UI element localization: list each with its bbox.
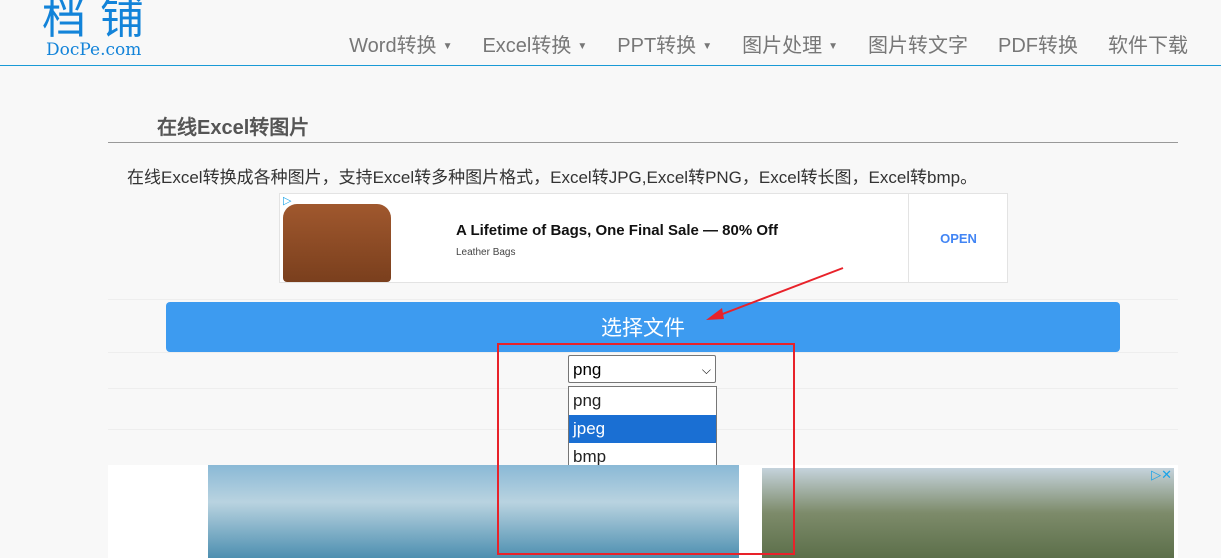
- annotation-arrow-icon: [706, 267, 844, 320]
